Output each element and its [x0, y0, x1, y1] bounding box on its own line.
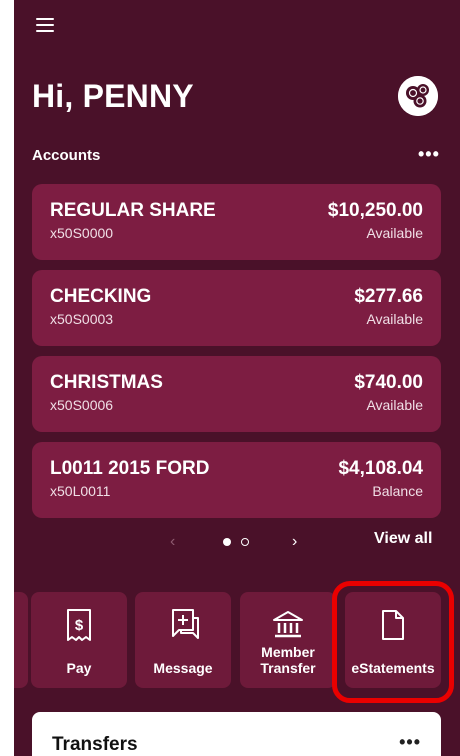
account-name: CHRISTMAS: [50, 372, 163, 393]
account-name: REGULAR SHARE: [50, 200, 216, 221]
account-name: CHECKING: [50, 286, 152, 307]
account-amount: $277.66: [354, 286, 423, 307]
estatements-label: eStatements: [351, 660, 435, 676]
account-status: Available: [366, 225, 423, 241]
chevron-left-icon[interactable]: ‹: [170, 532, 175, 552]
document-icon: [380, 608, 406, 642]
quick-action-partial[interactable]: [14, 592, 28, 688]
account-status: Available: [366, 311, 423, 327]
page-indicator-inactive[interactable]: [241, 538, 249, 546]
account-number: x50S0000: [50, 225, 114, 241]
transfers-more-button[interactable]: •••: [399, 732, 421, 753]
transfers-card[interactable]: Transfers •••: [32, 712, 441, 756]
estatements-button[interactable]: eStatements: [345, 592, 441, 688]
hamburger-menu-icon[interactable]: [36, 18, 54, 32]
transfers-title: Transfers: [52, 734, 138, 755]
message-button[interactable]: Message: [135, 592, 231, 688]
account-card-regular-share[interactable]: REGULAR SHARE x50S0000 $10,250.00 Availa…: [32, 184, 441, 260]
account-number: x50L0011: [50, 483, 111, 499]
account-name: L0011 2015 FORD: [50, 458, 210, 479]
bank-icon: [272, 608, 304, 642]
message-icon: [165, 608, 201, 642]
account-list: REGULAR SHARE x50S0000 $10,250.00 Availa…: [32, 184, 441, 528]
profile-avatar-icon[interactable]: [398, 76, 438, 116]
account-amount: $10,250.00: [327, 200, 423, 221]
pay-button[interactable]: $ Pay: [31, 592, 127, 688]
accounts-more-button[interactable]: •••: [418, 145, 440, 163]
page-indicator-active[interactable]: [223, 538, 231, 546]
message-label: Message: [153, 660, 213, 676]
accounts-section-label: Accounts: [32, 147, 101, 164]
account-card-loan-ford[interactable]: L0011 2015 FORD x50L0011 $4,108.04 Balan…: [32, 442, 441, 518]
bill-pay-icon: $: [66, 608, 92, 642]
member-transfer-button[interactable]: Member Transfer: [240, 592, 336, 688]
account-amount: $740.00: [354, 372, 423, 393]
quick-actions-row: $ Pay Message Member Transfer eStatement…: [14, 592, 460, 690]
account-amount: $4,108.04: [338, 458, 423, 479]
account-status: Available: [366, 397, 423, 413]
view-all-link[interactable]: View all: [374, 530, 432, 548]
account-card-christmas[interactable]: CHRISTMAS x50S0006 $740.00 Available: [32, 356, 441, 432]
svg-text:$: $: [75, 617, 84, 634]
chevron-right-icon[interactable]: ›: [292, 532, 297, 552]
app-screen: Hi, PENNY Accounts ••• REGULAR SHARE x50…: [14, 0, 460, 756]
member-transfer-label: Member Transfer: [260, 644, 316, 676]
top-bar: [36, 18, 54, 32]
pay-label: Pay: [66, 660, 92, 676]
account-number: x50S0003: [50, 311, 114, 327]
account-number: x50S0006: [50, 397, 114, 413]
greeting-title: Hi, PENNY: [32, 78, 194, 114]
account-status: Balance: [372, 483, 423, 499]
account-card-checking[interactable]: CHECKING x50S0003 $277.66 Available: [32, 270, 441, 346]
